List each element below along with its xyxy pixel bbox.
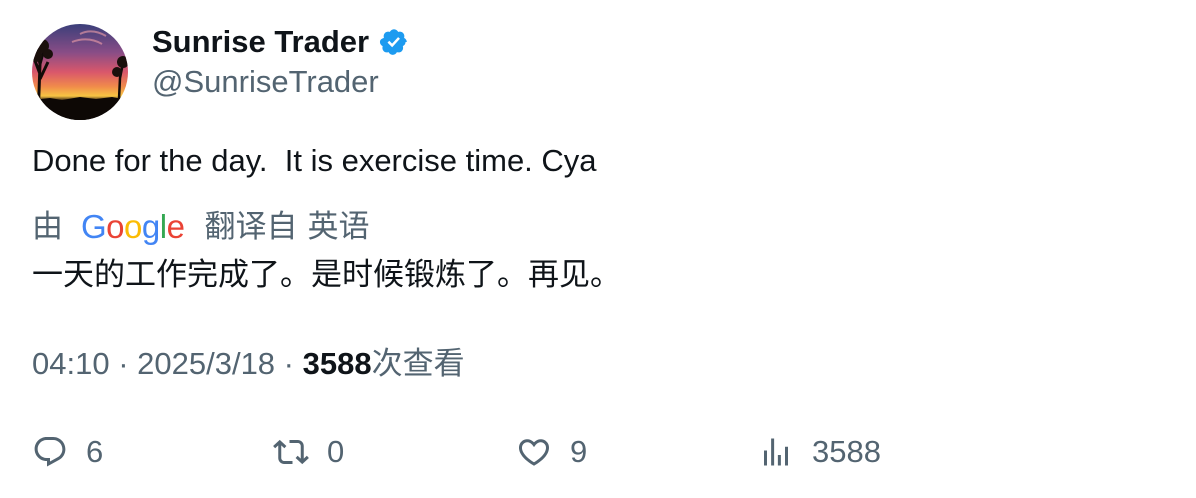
- google-letter: o: [106, 208, 125, 245]
- display-name[interactable]: Sunrise Trader: [152, 22, 369, 62]
- tweet-text: Done for the day. It is exercise time. C…: [32, 143, 597, 178]
- google-logo: Google: [81, 207, 185, 247]
- like-button[interactable]: 9: [516, 430, 587, 474]
- google-letter: o: [124, 208, 142, 245]
- tweet-meta: 04:10 · 2025/3/18 · 3588次查看: [32, 344, 465, 384]
- analytics-bar-icon: [758, 434, 794, 470]
- retweet-button[interactable]: 0: [273, 430, 344, 474]
- reply-count: 6: [86, 434, 104, 469]
- google-letter: e: [166, 208, 185, 245]
- heart-icon: [516, 434, 552, 470]
- source-language: 英语: [307, 209, 370, 244]
- views-button[interactable]: 3588: [758, 430, 881, 474]
- reply-icon: [32, 434, 68, 470]
- views-count: 3588: [302, 346, 372, 381]
- views-action-count: 3588: [812, 434, 881, 469]
- google-letter: g: [141, 208, 160, 245]
- translated-from-label: 翻译自: [204, 209, 298, 244]
- display-name-row: Sunrise Trader: [152, 22, 409, 62]
- verified-badge-icon[interactable]: [379, 27, 409, 57]
- avatar-sunset-image: [32, 24, 128, 120]
- google-letter: l: [159, 208, 167, 245]
- views-label: 次查看: [371, 346, 465, 381]
- translated-tweet-text: 一天的工作完成了。是时候锻炼了。再见。: [32, 257, 621, 292]
- retweet-icon: [273, 434, 309, 470]
- translation-attribution: 由 Google 翻译自 英语: [32, 207, 369, 247]
- meta-separator: ·: [275, 346, 303, 381]
- user-handle[interactable]: @SunriseTrader: [152, 62, 379, 102]
- translated-by-label: 由: [32, 209, 63, 244]
- tweet-date[interactable]: 2025/3/18: [137, 346, 275, 381]
- meta-separator: ·: [109, 346, 138, 381]
- like-count: 9: [570, 434, 588, 469]
- avatar[interactable]: [32, 24, 128, 120]
- google-letter: G: [81, 208, 107, 245]
- retweet-count: 0: [327, 434, 345, 469]
- tweet-card: Sunrise Trader @SunriseTrader Done for t…: [0, 0, 1196, 498]
- tweet-time[interactable]: 04:10: [32, 346, 110, 381]
- reply-button[interactable]: 6: [32, 430, 103, 474]
